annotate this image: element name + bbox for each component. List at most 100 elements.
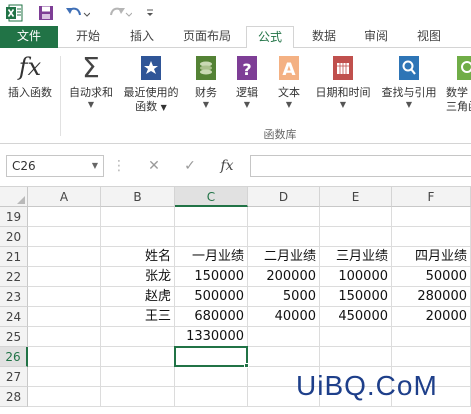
cell-a23[interactable] (28, 287, 101, 307)
save-icon[interactable] (34, 0, 58, 26)
autosum-button[interactable]: Σ 自动求和 ▼ (64, 54, 118, 110)
cell-a28[interactable] (28, 387, 101, 407)
enter-icon[interactable]: ✓ (178, 155, 202, 177)
insert-function-button[interactable]: fx 插入函数 (2, 54, 58, 100)
cell-f19[interactable] (392, 207, 471, 227)
cell-c19[interactable] (175, 207, 248, 227)
excel-logo-icon[interactable] (2, 0, 26, 26)
cell-b28[interactable] (101, 387, 175, 407)
cell-e22[interactable]: 100000 (320, 267, 392, 287)
cell-d19[interactable] (248, 207, 320, 227)
cell-f23[interactable]: 280000 (392, 287, 471, 307)
cell-c26[interactable] (175, 347, 248, 367)
cell-a24[interactable] (28, 307, 101, 327)
column-header-e[interactable]: E (320, 187, 392, 207)
cell-c24[interactable]: 680000 (175, 307, 248, 327)
undo-icon[interactable] (62, 0, 92, 26)
cell-d20[interactable] (248, 227, 320, 247)
tab-view[interactable]: 视图 (405, 26, 453, 48)
cell-a26[interactable] (28, 347, 101, 367)
customize-qat-icon[interactable] (142, 0, 158, 26)
column-header-d[interactable]: D (248, 187, 320, 207)
cell-c20[interactable] (175, 227, 248, 247)
cell-e19[interactable] (320, 207, 392, 227)
cell-d24[interactable]: 40000 (248, 307, 320, 327)
column-header-b[interactable]: B (101, 187, 175, 207)
logical-button[interactable]: ? 逻辑 ▼ (230, 54, 264, 110)
row-header-26[interactable]: 26 (0, 347, 28, 367)
row-header-22[interactable]: 22 (0, 267, 28, 287)
drag-handle-icon[interactable]: ⋮ (112, 155, 126, 177)
cell-b19[interactable] (101, 207, 175, 227)
cell-d25[interactable] (248, 327, 320, 347)
cell-d26[interactable] (248, 347, 320, 367)
name-box[interactable]: C26 ▼ (6, 155, 104, 177)
cell-e24[interactable]: 450000 (320, 307, 392, 327)
cell-b22[interactable]: 张龙 (101, 267, 175, 287)
cell-c23[interactable]: 500000 (175, 287, 248, 307)
row-header-19[interactable]: 19 (0, 207, 28, 227)
cell-b25[interactable] (101, 327, 175, 347)
cell-b26[interactable] (101, 347, 175, 367)
tab-page-layout[interactable]: 页面布局 (172, 26, 242, 48)
tab-insert[interactable]: 插入 (118, 26, 166, 48)
cell-f20[interactable] (392, 227, 471, 247)
row-header-25[interactable]: 25 (0, 327, 28, 347)
cell-c22[interactable]: 150000 (175, 267, 248, 287)
cell-b24[interactable]: 王三 (101, 307, 175, 327)
tab-formulas[interactable]: 公式 (246, 26, 294, 49)
cell-e21[interactable]: 三月业绩 (320, 247, 392, 267)
redo-icon[interactable] (104, 0, 134, 26)
cell-b20[interactable] (101, 227, 175, 247)
cell-e26[interactable] (320, 347, 392, 367)
cancel-icon[interactable]: ✕ (142, 155, 166, 177)
financial-button[interactable]: 财务 ▼ (188, 54, 224, 110)
row-header-21[interactable]: 21 (0, 247, 28, 267)
cell-a27[interactable] (28, 367, 101, 387)
cell-f26[interactable] (392, 347, 471, 367)
cell-a22[interactable] (28, 267, 101, 287)
tab-file[interactable]: 文件 (0, 26, 58, 48)
cell-d21[interactable]: 二月业绩 (248, 247, 320, 267)
cell-a25[interactable] (28, 327, 101, 347)
tab-home[interactable]: 开始 (64, 26, 112, 48)
cell-c25[interactable]: 1330000 (175, 327, 248, 347)
cell-d22[interactable]: 200000 (248, 267, 320, 287)
insert-function-fx-icon[interactable]: fx (214, 155, 240, 177)
cell-e20[interactable] (320, 227, 392, 247)
column-header-c[interactable]: C (175, 187, 248, 207)
cell-e25[interactable] (320, 327, 392, 347)
select-all-corner[interactable] (0, 187, 28, 207)
row-header-28[interactable]: 28 (0, 387, 28, 407)
lookup-reference-button[interactable]: 查找与引用 ▼ (378, 54, 440, 110)
row-header-24[interactable]: 24 (0, 307, 28, 327)
cell-d23[interactable]: 5000 (248, 287, 320, 307)
cell-f24[interactable]: 20000 (392, 307, 471, 327)
cell-c27[interactable] (175, 367, 248, 387)
cell-f25[interactable] (392, 327, 471, 347)
column-header-f[interactable]: F (392, 187, 471, 207)
row-header-23[interactable]: 23 (0, 287, 28, 307)
cell-e23[interactable]: 150000 (320, 287, 392, 307)
column-header-a[interactable]: A (28, 187, 101, 207)
tab-review[interactable]: 审阅 (352, 26, 400, 48)
cell-f22[interactable]: 50000 (392, 267, 471, 287)
chevron-down-icon[interactable]: ▼ (92, 156, 98, 176)
date-time-button[interactable]: 日期和时间 ▼ (308, 54, 378, 110)
recently-used-button[interactable]: 最近使用的 函数 ▼ (118, 54, 184, 115)
row-header-27[interactable]: 27 (0, 367, 28, 387)
formula-input[interactable] (250, 155, 471, 177)
cell-a19[interactable] (28, 207, 101, 227)
fill-handle[interactable] (244, 363, 249, 368)
cell-b23[interactable]: 赵虎 (101, 287, 175, 307)
cell-c21[interactable]: 一月业绩 (175, 247, 248, 267)
tab-data[interactable]: 数据 (300, 26, 348, 48)
cell-a20[interactable] (28, 227, 101, 247)
text-button[interactable]: A 文本 ▼ (272, 54, 306, 110)
cell-b21[interactable]: 姓名 (101, 247, 175, 267)
cell-a21[interactable] (28, 247, 101, 267)
cell-f21[interactable]: 四月业绩 (392, 247, 471, 267)
math-trig-button[interactable]: 数学 三角函 (446, 54, 471, 114)
cell-b27[interactable] (101, 367, 175, 387)
cell-c28[interactable] (175, 387, 248, 407)
